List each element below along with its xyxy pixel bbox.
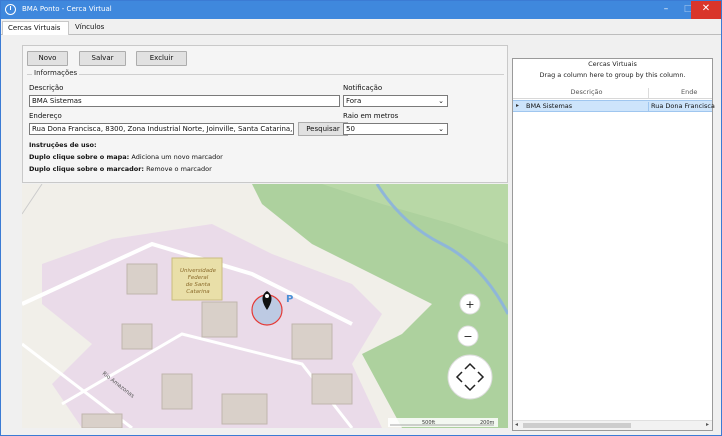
instructions-title: Instruções de uso:	[29, 141, 97, 149]
raio-select[interactable]: 50 ⌄	[343, 123, 448, 135]
close-button[interactable]: ✕	[691, 1, 721, 19]
horizontal-scrollbar[interactable]: ◂ ▸	[513, 420, 712, 430]
chevron-down-icon: ⌄	[438, 125, 444, 133]
tab-vinculos[interactable]: Vínculos	[70, 21, 109, 35]
salvar-button[interactable]: Salvar	[79, 51, 126, 66]
poi-label: Universidade	[180, 268, 217, 274]
novo-button[interactable]: Novo	[27, 51, 68, 66]
zoom-out-label: −	[463, 330, 472, 343]
table-row[interactable]: ▸ BMA Sistemas Rua Dona Francisca	[513, 100, 715, 112]
group-by-hint[interactable]: Drag a column here to group by this colu…	[513, 71, 712, 83]
cell-endereco[interactable]: Rua Dona Francisca	[651, 102, 715, 110]
building	[161, 373, 193, 410]
cercas-grid: Cercas Virtuais Drag a column here to gr…	[512, 58, 715, 431]
column-header-descricao[interactable]: Descrição	[525, 88, 649, 98]
poi-label: Federal	[188, 275, 209, 281]
notificacao-label: Notificação	[343, 84, 383, 92]
notificacao-select[interactable]: Fora ⌄	[343, 95, 448, 107]
descricao-input[interactable]: BMA Sistemas	[29, 95, 340, 107]
building	[81, 413, 123, 428]
map-svg[interactable]: Universidade Federal de Santa Catarina R…	[22, 184, 508, 428]
scroll-thumb[interactable]	[523, 423, 631, 428]
chevron-down-icon: ⌄	[438, 97, 444, 105]
endereco-label: Endereço	[29, 112, 62, 120]
pesquisar-button[interactable]: Pesquisar	[298, 122, 348, 136]
row-indicator-icon: ▸	[516, 102, 520, 109]
building	[291, 323, 333, 360]
group-divider	[27, 74, 504, 75]
window-title: BMA Ponto - Cerca Virtual	[22, 5, 112, 13]
raio-value: 50	[346, 125, 355, 133]
grid-title: Cercas Virtuais	[588, 60, 637, 68]
grid-header-row: Descrição Ende	[513, 87, 712, 99]
pan-control	[447, 354, 493, 400]
building	[201, 301, 238, 338]
tab-strip: Cercas Virtuais Vínculos	[1, 19, 721, 35]
minimize-button[interactable]: –	[655, 1, 677, 19]
zoom-in-label: +	[465, 298, 474, 311]
cell-descricao[interactable]: BMA Sistemas	[526, 102, 649, 112]
form-panel: Novo Salvar Excluir Informações Descriçã…	[22, 45, 508, 183]
endereco-input[interactable]: Rua Dona Francisca, 8300, Zona Industria…	[29, 123, 294, 135]
informacoes-group-label: Informações	[32, 69, 80, 77]
notificacao-value: Fora	[346, 97, 362, 105]
building	[121, 323, 153, 350]
scale-label-ft: 500ft	[422, 420, 435, 426]
title-bar[interactable]: BMA Ponto - Cerca Virtual – □ ✕	[1, 1, 721, 19]
raio-label: Raio em metros	[343, 112, 399, 120]
building	[221, 393, 268, 425]
poi-label: Catarina	[186, 289, 210, 295]
scroll-right-icon[interactable]: ▸	[706, 421, 709, 428]
instruction-2: Duplo clique sobre o marcador: Remove o …	[29, 165, 212, 173]
app-window: BMA Ponto - Cerca Virtual – □ ✕ Cercas V…	[0, 0, 722, 436]
excluir-button[interactable]: Excluir	[136, 51, 187, 66]
app-power-icon	[5, 4, 16, 15]
tab-cercas-virtuais[interactable]: Cercas Virtuais	[2, 21, 69, 35]
scale-label-m: 200m	[480, 420, 495, 426]
map-marker-dot	[265, 294, 269, 298]
column-header-endereco[interactable]: Ende	[681, 88, 697, 96]
building	[311, 373, 353, 405]
building	[126, 263, 158, 295]
descricao-label: Descrição	[29, 84, 64, 92]
parking-label: P	[286, 294, 293, 305]
map-canvas[interactable]: Universidade Federal de Santa Catarina R…	[22, 184, 508, 428]
scroll-left-icon[interactable]: ◂	[515, 421, 518, 428]
instruction-1: Duplo clique sobre o mapa: Adiciona um n…	[29, 153, 223, 161]
poi-label: de Santa	[186, 282, 211, 288]
